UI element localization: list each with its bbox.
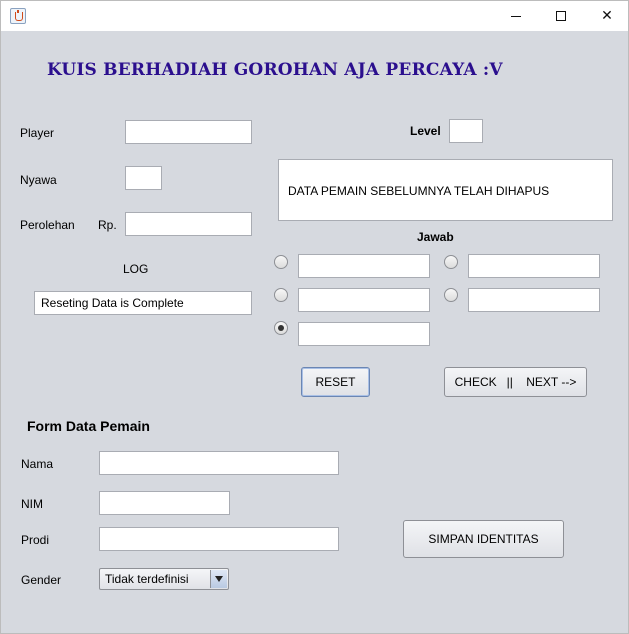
- prodi-label: Prodi: [21, 533, 50, 547]
- prodi-field[interactable]: [99, 527, 339, 551]
- nim-field[interactable]: [99, 491, 230, 515]
- answer-radio-3[interactable]: [274, 288, 288, 302]
- gender-dropdown[interactable]: Tidak terdefinisi: [99, 568, 229, 590]
- player-label: Player: [20, 126, 55, 140]
- nama-field[interactable]: [99, 451, 339, 475]
- reset-button[interactable]: RESET: [301, 367, 370, 397]
- gender-selected-value: Tidak terdefinisi: [105, 572, 189, 586]
- close-button[interactable]: ✕: [584, 1, 629, 31]
- gender-label: Gender: [21, 573, 62, 587]
- jawab-label: Jawab: [417, 230, 454, 244]
- check-next-button[interactable]: CHECK || NEXT -->: [444, 367, 587, 397]
- nim-label: NIM: [21, 497, 43, 511]
- perolehan-field[interactable]: [125, 212, 252, 236]
- title-bar: ✕: [0, 0, 629, 31]
- log-label: LOG: [123, 262, 149, 276]
- save-identity-button[interactable]: SIMPAN IDENTITAS: [403, 520, 564, 558]
- answer-field-1[interactable]: [298, 254, 430, 278]
- answer-field-3[interactable]: [298, 288, 430, 312]
- minimize-icon: [511, 15, 521, 17]
- log-field[interactable]: Reseting Data is Complete: [34, 291, 252, 315]
- level-field[interactable]: [449, 119, 483, 143]
- answer-radio-5[interactable]: [274, 321, 288, 335]
- page-title: KUIS BERHADIAH GOROHAN AJA PERCAYA :V: [47, 60, 503, 80]
- answer-radio-4[interactable]: [444, 288, 458, 302]
- player-field[interactable]: [125, 120, 252, 144]
- answer-field-4[interactable]: [468, 288, 600, 312]
- answer-radio-2[interactable]: [444, 255, 458, 269]
- nyawa-label: Nyawa: [20, 173, 57, 187]
- answer-field-2[interactable]: [468, 254, 600, 278]
- rp-label: Rp.: [98, 218, 117, 232]
- question-display: DATA PEMAIN SEBELUMNYA TELAH DIHAPUS: [278, 159, 613, 221]
- answer-radio-1[interactable]: [274, 255, 288, 269]
- java-app-icon: [10, 8, 26, 24]
- perolehan-label: Perolehan: [20, 218, 75, 232]
- answer-field-5[interactable]: [298, 322, 430, 346]
- maximize-button[interactable]: [538, 1, 584, 31]
- dropdown-arrow-icon[interactable]: [210, 570, 227, 588]
- maximize-icon: [556, 11, 566, 21]
- close-icon: ✕: [601, 8, 613, 24]
- nama-label: Nama: [21, 457, 54, 471]
- level-label: Level: [410, 124, 441, 138]
- form-title: Form Data Pemain: [27, 418, 150, 434]
- minimize-button[interactable]: [493, 1, 539, 31]
- nyawa-field[interactable]: [125, 166, 162, 190]
